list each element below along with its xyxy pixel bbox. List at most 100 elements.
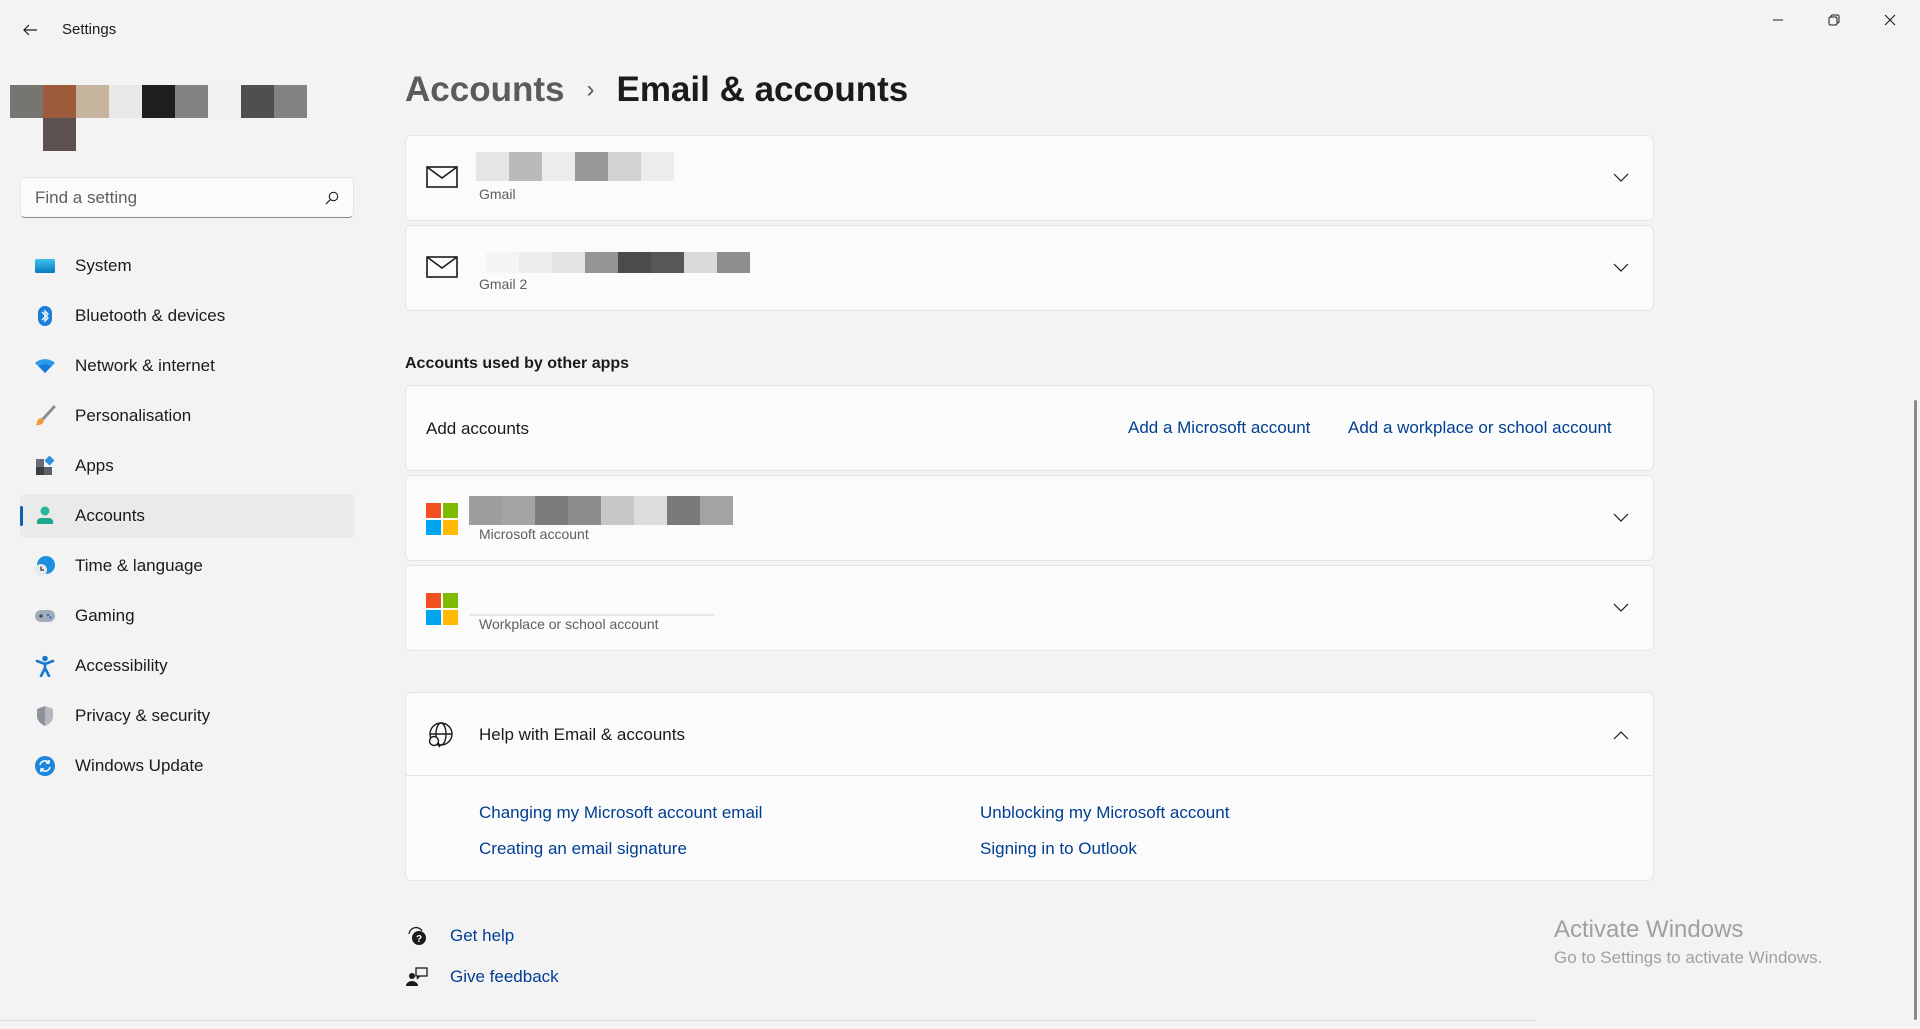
back-button[interactable] (14, 14, 46, 46)
sidebar-item-bluetooth[interactable]: Bluetooth & devices (20, 294, 354, 338)
redaction-pixel (601, 496, 634, 525)
search-icon[interactable] (325, 191, 339, 205)
close-icon (1884, 14, 1896, 26)
redaction-pixel (700, 496, 733, 525)
redaction-pixel (684, 252, 717, 273)
chevron-down-icon (1613, 603, 1629, 612)
chevron-up-icon (1613, 731, 1629, 740)
avatar-pixel (274, 85, 307, 118)
sidebar-item-gaming[interactable]: Gaming (20, 594, 354, 638)
avatar-pixel (175, 85, 208, 118)
redaction-pixel (486, 252, 519, 273)
email-account-card[interactable]: Gmail (405, 135, 1654, 221)
title-bar: Settings (0, 0, 1920, 60)
add-microsoft-account-link[interactable]: Add a Microsoft account (1128, 418, 1310, 438)
chevron-down-icon (1613, 173, 1629, 182)
redaction-pixel (618, 252, 651, 273)
give-feedback-link[interactable]: Give feedback (405, 965, 559, 989)
bluetooth-icon (34, 305, 56, 327)
add-workplace-account-link[interactable]: Add a workplace or school account (1348, 418, 1612, 438)
workplace-account-card[interactable]: Workplace or school account (405, 565, 1654, 651)
help-link[interactable]: Signing in to Outlook (980, 839, 1137, 859)
svg-text:?: ? (416, 934, 422, 945)
section-title: Accounts used by other apps (405, 355, 630, 372)
account-type: Microsoft account (479, 526, 589, 542)
chevron-down-icon (1613, 513, 1629, 522)
search-box[interactable] (20, 177, 354, 218)
back-arrow-icon (23, 24, 37, 36)
sidebar-nav: System Bluetooth & devices Network & int… (20, 244, 354, 794)
sidebar-item-system[interactable]: System (20, 244, 354, 288)
help-link[interactable]: Creating an email signature (479, 839, 687, 859)
system-icon (34, 255, 56, 277)
user-profile-avatar (10, 85, 310, 151)
help-header[interactable]: Help with Email & accounts (406, 693, 1653, 776)
expand-button[interactable] (1611, 508, 1631, 528)
microsoft-logo-icon (426, 593, 458, 625)
breadcrumb: Accounts › Email & accounts (405, 70, 908, 110)
collapse-button[interactable] (1611, 725, 1631, 745)
account-email-redacted (476, 152, 674, 181)
get-help-link[interactable]: ? Get help (405, 924, 514, 948)
help-card: Help with Email & accounts Changing my M… (405, 692, 1654, 881)
restore-button[interactable] (1806, 0, 1862, 40)
redaction-pixel (476, 152, 509, 181)
add-accounts-label: Add accounts (426, 419, 530, 438)
mail-icon (426, 166, 458, 188)
redaction-pixel (634, 496, 667, 525)
sidebar-item-accounts[interactable]: Accounts (20, 494, 354, 538)
mail-icon (426, 256, 458, 278)
avatar-pixel (109, 85, 142, 118)
watermark-title: Activate Windows (1554, 916, 1744, 943)
sidebar-item-network[interactable]: Network & internet (20, 344, 354, 388)
breadcrumb-parent[interactable]: Accounts (405, 70, 564, 110)
accessibility-icon (34, 655, 56, 677)
account-type: Workplace or school account (479, 616, 659, 632)
expand-button[interactable] (1611, 258, 1631, 278)
help-title: Help with Email & accounts (479, 725, 685, 744)
redaction-pixel (469, 496, 502, 525)
shield-icon (34, 705, 56, 727)
help-link[interactable]: Changing my Microsoft account email (479, 803, 762, 823)
microsoft-account-card[interactable]: Microsoft account (405, 475, 1654, 561)
expand-button[interactable] (1611, 168, 1631, 188)
sidebar-item-personalisation[interactable]: Personalisation (20, 394, 354, 438)
globe-help-icon (428, 722, 453, 748)
sidebar-item-label: Gaming (75, 606, 135, 625)
restore-icon (1828, 14, 1840, 26)
expand-button[interactable] (1611, 598, 1631, 618)
globe-clock-icon (34, 555, 56, 577)
redaction-pixel (552, 252, 585, 273)
email-account-card[interactable]: Gmail 2 (405, 225, 1654, 311)
sidebar-item-label: Accessibility (75, 656, 168, 675)
sidebar-item-windows-update[interactable]: Windows Update (20, 744, 354, 788)
activate-windows-watermark: Activate Windows Go to Settings to activ… (1554, 916, 1822, 968)
sidebar-item-time-language[interactable]: Time & language (20, 544, 354, 588)
redaction-pixel (717, 252, 750, 273)
watermark-subtitle: Go to Settings to activate Windows. (1554, 948, 1823, 967)
avatar-pixel (10, 85, 43, 118)
breadcrumb-chevron-icon: › (586, 76, 595, 103)
sidebar-item-accessibility[interactable]: Accessibility (20, 644, 354, 688)
avatar-pixel (43, 118, 76, 151)
sidebar-item-apps[interactable]: Apps (20, 444, 354, 488)
gamepad-icon (34, 605, 56, 627)
help-link[interactable]: Unblocking my Microsoft account (980, 803, 1229, 823)
close-button[interactable] (1862, 0, 1918, 40)
apps-icon (34, 455, 56, 477)
scrollbar[interactable] (1914, 400, 1917, 1020)
redaction-pixel (585, 252, 618, 273)
search-input[interactable] (35, 187, 325, 208)
minimize-button[interactable] (1750, 0, 1806, 40)
account-type: Gmail 2 (479, 276, 528, 292)
redaction-pixel (575, 152, 608, 181)
redaction-pixel (535, 496, 568, 525)
account-email-redacted (486, 252, 750, 273)
avatar-pixel (241, 85, 274, 118)
person-icon (34, 505, 56, 527)
sidebar-item-label: Privacy & security (75, 706, 211, 725)
redaction-pixel (519, 252, 552, 273)
sidebar-item-privacy-security[interactable]: Privacy & security (20, 694, 354, 738)
microsoft-logo-icon (426, 503, 458, 535)
redaction-pixel (542, 152, 575, 181)
